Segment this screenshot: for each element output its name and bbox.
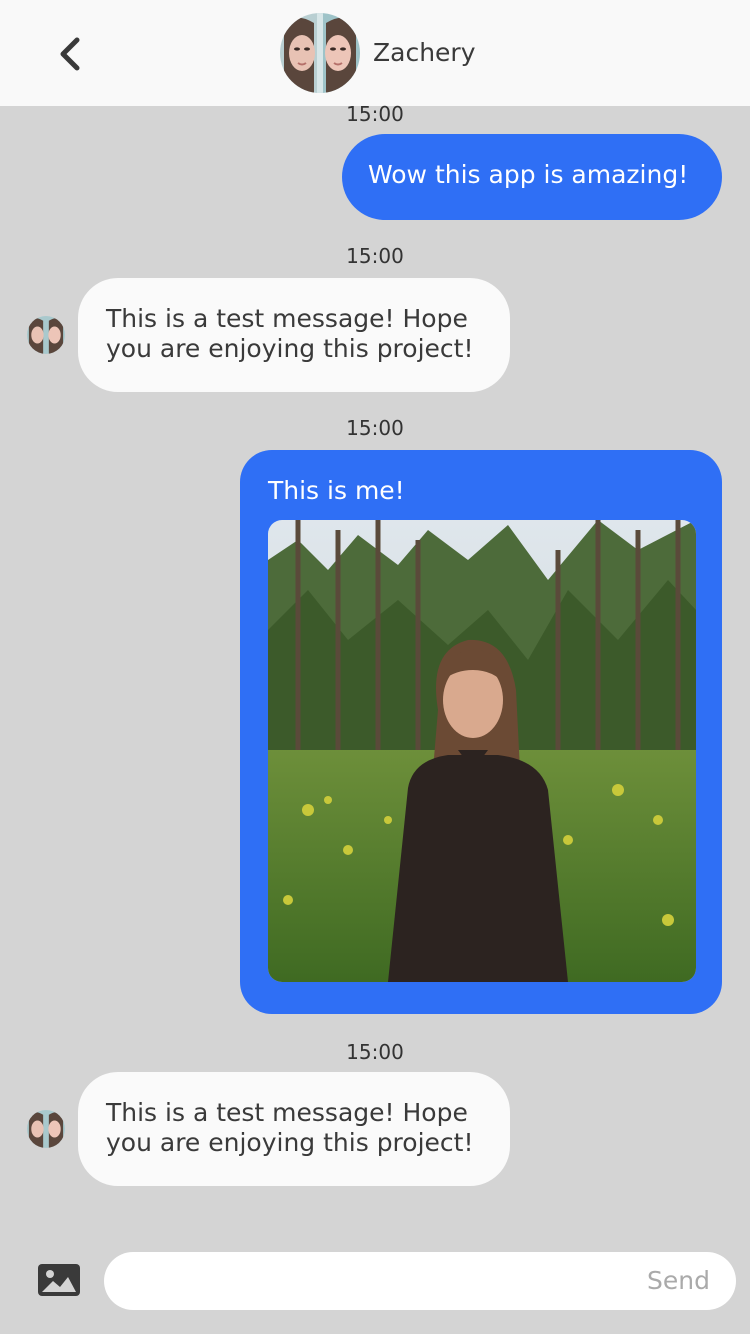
- contact-name: Zachery: [373, 38, 476, 67]
- message-timestamp: 15:00: [346, 102, 404, 126]
- message-text: This is a test message! Hope you are enj…: [106, 304, 474, 363]
- message-input[interactable]: Send: [104, 1252, 736, 1310]
- back-button[interactable]: [44, 28, 94, 80]
- message-timestamp: 15:00: [346, 244, 404, 268]
- message-photo[interactable]: [268, 520, 696, 982]
- incoming-message-bubble: This is a test message! Hope you are enj…: [78, 278, 510, 392]
- outgoing-photo-message-bubble: This is me!: [240, 450, 722, 1014]
- message-text: This is me!: [268, 476, 405, 505]
- incoming-message-bubble: This is a test message! Hope you are enj…: [78, 1072, 510, 1186]
- chat-header: Zachery: [0, 0, 750, 106]
- outgoing-message-bubble: Wow this app is amazing!: [342, 134, 722, 220]
- sender-avatar: [27, 1110, 65, 1148]
- message-text: This is a test message! Hope you are enj…: [106, 1098, 474, 1157]
- message-timestamp: 15:00: [346, 1040, 404, 1064]
- sender-avatar: [27, 316, 65, 354]
- image-icon: [38, 1264, 80, 1296]
- attach-image-button[interactable]: [38, 1264, 80, 1296]
- message-timestamp: 15:00: [346, 416, 404, 440]
- send-button[interactable]: Send: [647, 1264, 710, 1298]
- message-text: Wow this app is amazing!: [368, 160, 689, 189]
- chevron-left-icon: [60, 37, 80, 71]
- contact-avatar[interactable]: [280, 13, 360, 93]
